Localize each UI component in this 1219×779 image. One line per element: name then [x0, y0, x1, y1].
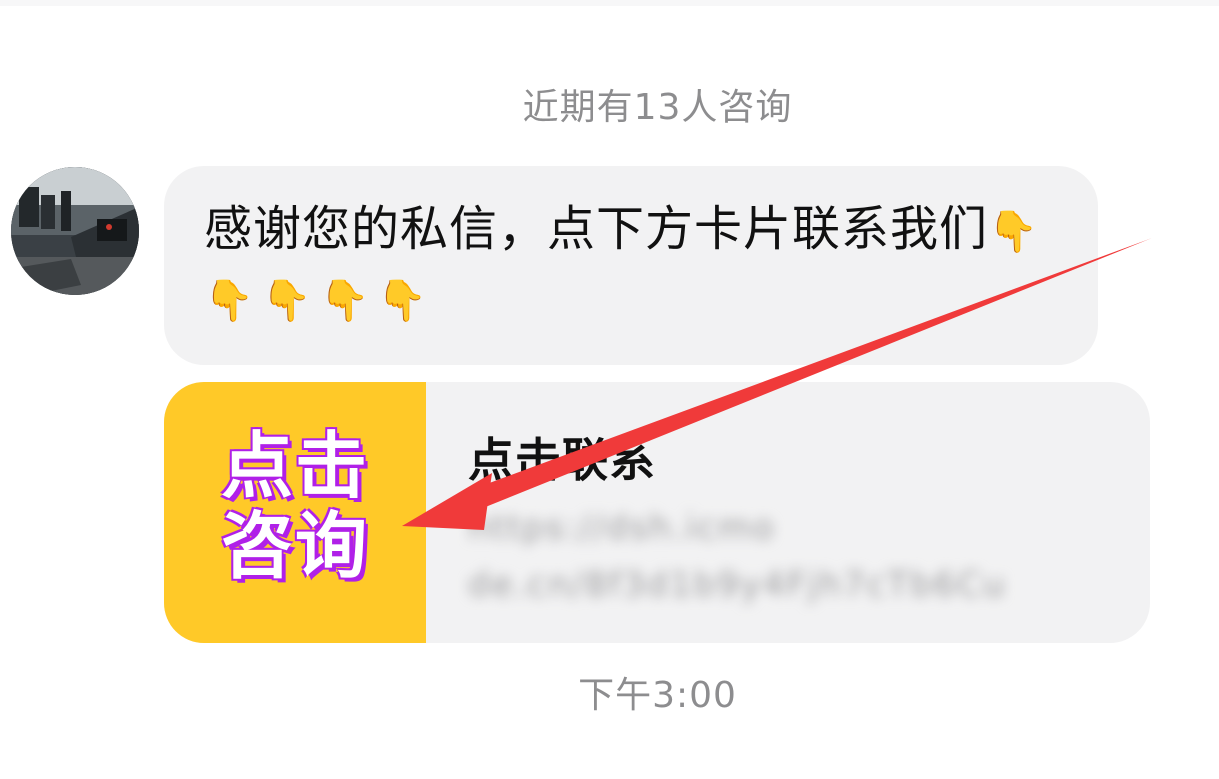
card-thumbnail: 点击 咨询 [164, 382, 426, 643]
card-title: 点击联系 [468, 433, 656, 487]
gym-photo-avatar-icon [11, 167, 139, 295]
top-divider [0, 0, 1219, 6]
card-link-line-2: de.cn/8f3d1b9y4Fjh7cTb6Cu [468, 565, 1007, 605]
message-timestamp: 下午3:00 [578, 675, 737, 716]
chat-screen: 近期有13人咨询 感谢您的私信，点下方卡片联系我们👇👇👇👇👇 点击 咨询 点击联… [0, 0, 1219, 779]
thumbnail-text-line-1: 点击 [220, 424, 369, 508]
avatar[interactable] [11, 167, 139, 295]
contact-card[interactable]: 点击 咨询 点击联系 https://dsh.icmo de.cn/8f3d1b… [164, 382, 1150, 643]
card-link-line-1: https://dsh.icmo [468, 508, 776, 548]
thumbnail-text-line-2: 咨询 [220, 504, 369, 588]
message-bubble: 感谢您的私信，点下方卡片联系我们👇👇👇👇👇 [164, 166, 1098, 365]
consult-count-notice: 近期有13人咨询 [522, 87, 793, 128]
message-text: 感谢您的私信，点下方卡片联系我们👇👇👇👇👇 [204, 196, 1058, 334]
message-body: 感谢您的私信，点下方卡片联系我们 [204, 201, 989, 257]
